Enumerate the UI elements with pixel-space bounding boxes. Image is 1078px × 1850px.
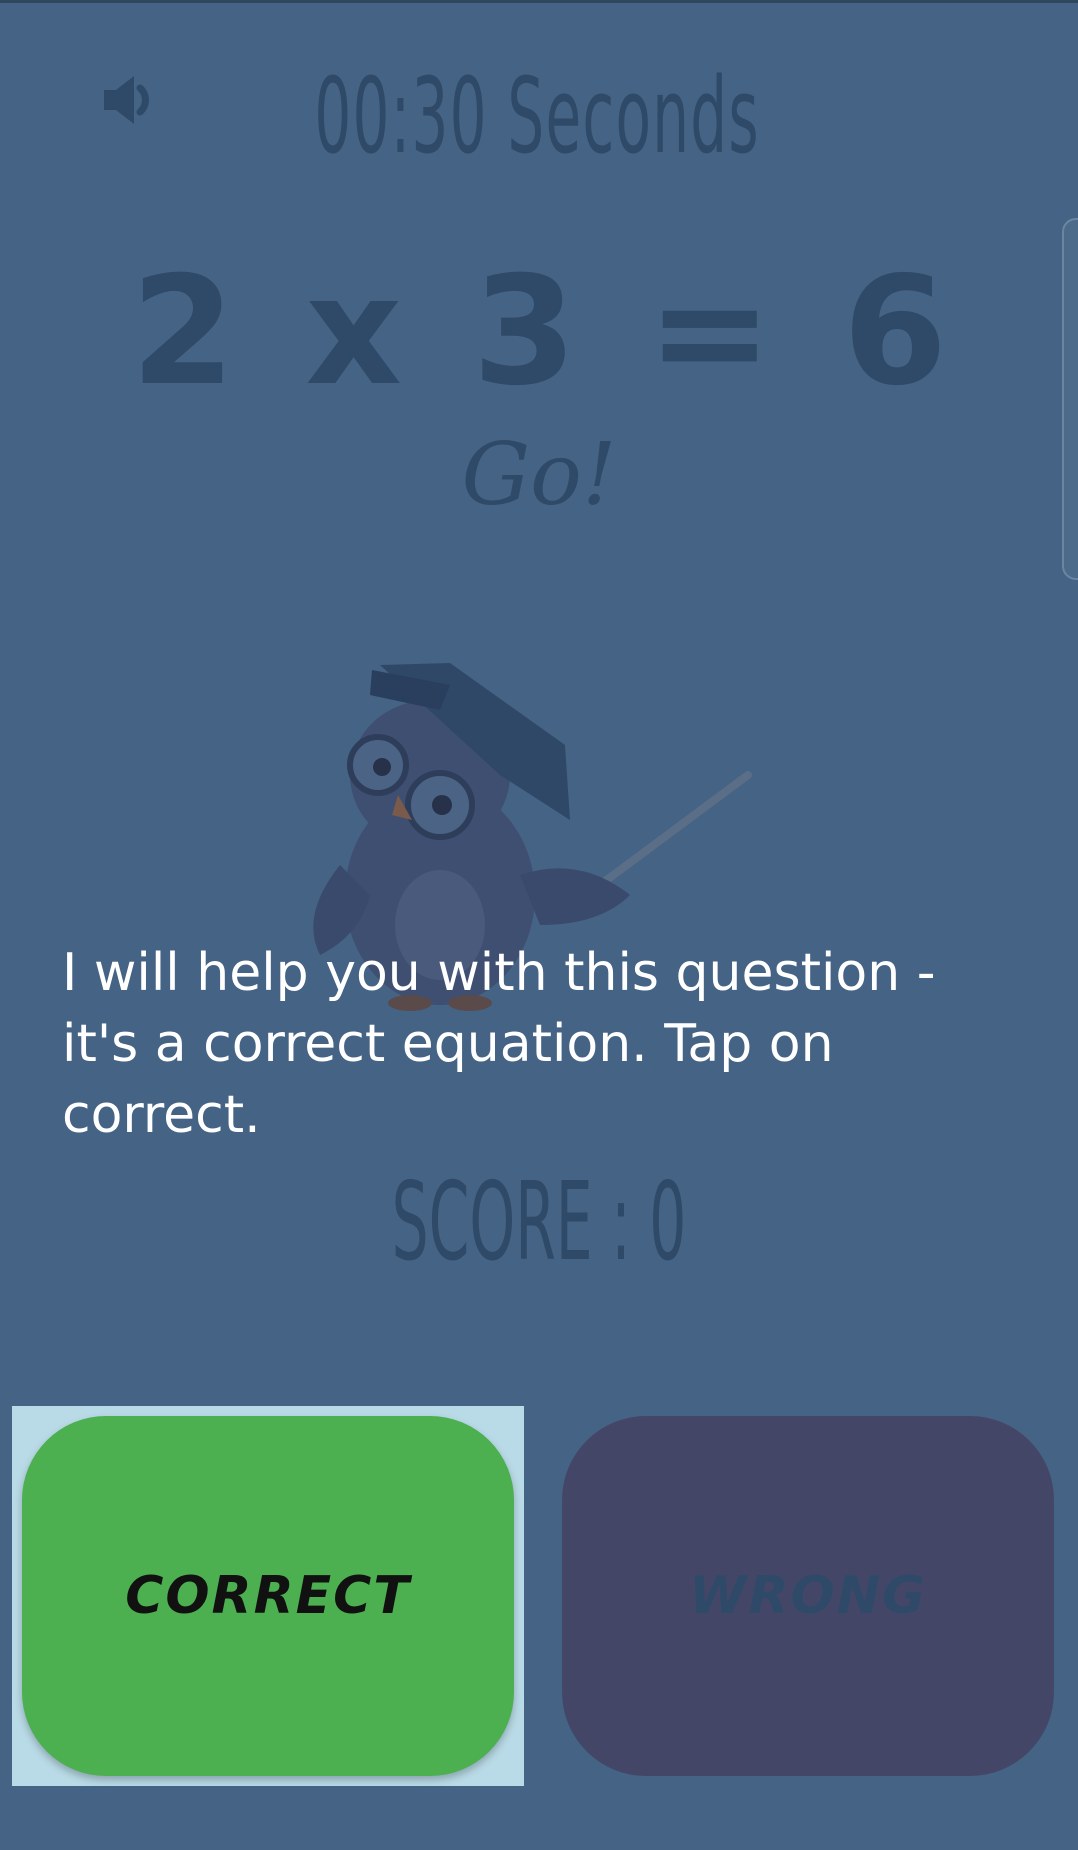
volume-icon[interactable] (100, 70, 160, 130)
score-text: SCORE : 0 (391, 1160, 687, 1285)
correct-button-label: CORRECT (125, 1566, 411, 1626)
correct-button[interactable]: CORRECT (22, 1416, 514, 1776)
equation-text: 2 x 3 = 6 (130, 245, 948, 419)
hint-message: I will help you with this question - it'… (62, 943, 936, 1145)
timer-text: 00:30 Seconds (314, 55, 760, 177)
wrong-button[interactable]: WRONG (562, 1416, 1054, 1776)
top-divider (0, 0, 1078, 3)
status-text: Go! (461, 425, 617, 525)
wrong-button-label: WRONG (689, 1566, 927, 1626)
side-drawer-handle[interactable] (1062, 218, 1078, 580)
